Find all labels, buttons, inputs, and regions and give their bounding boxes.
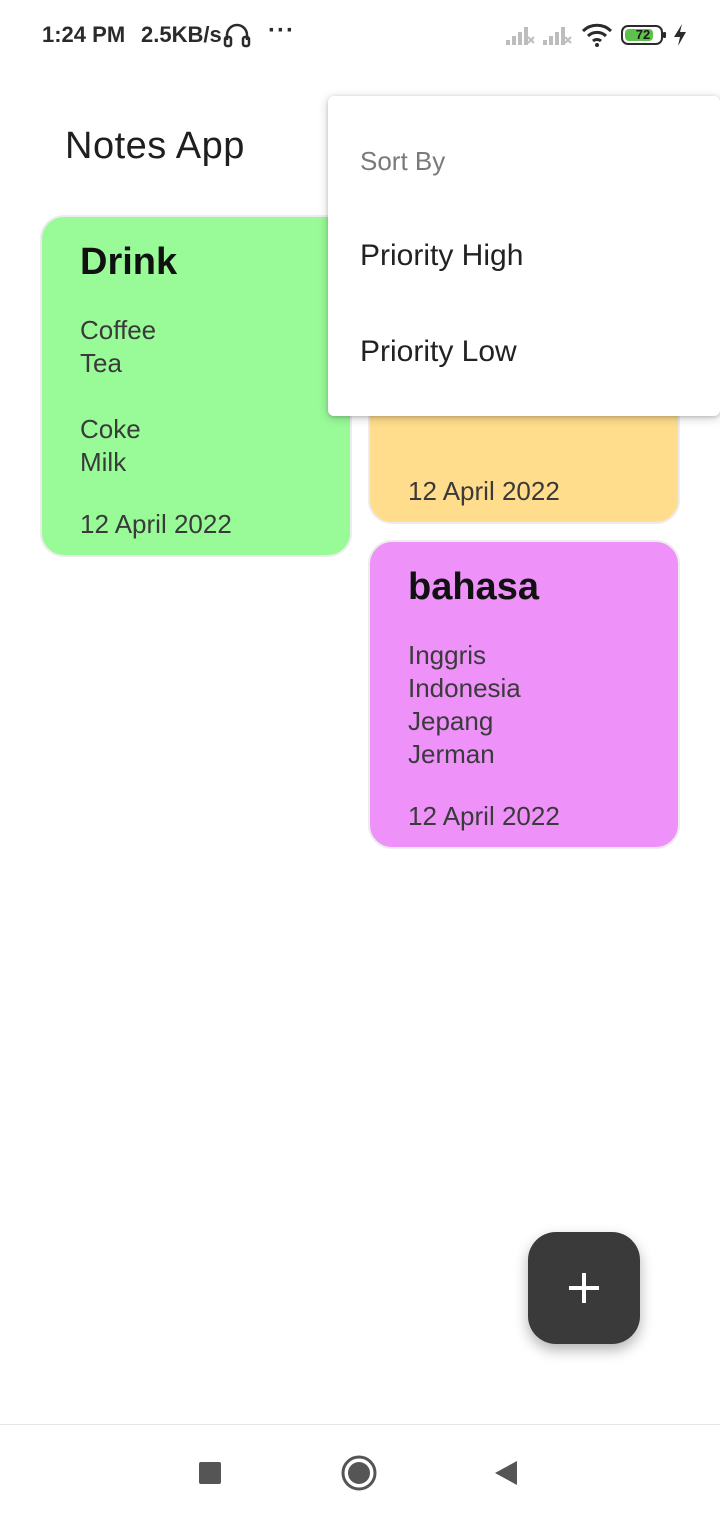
sort-priority-high-item[interactable]: Priority High [328, 208, 720, 304]
recents-button[interactable] [184, 1447, 236, 1499]
charging-icon [674, 24, 686, 46]
add-note-button[interactable] [528, 1232, 640, 1344]
add-icon [569, 1273, 599, 1303]
note-card[interactable]: Drink Coffee Tea Coke Milk 12 April 2022 [40, 215, 352, 557]
status-bar: 1:24 PM 2.5KB/s ··· 72 [0, 0, 720, 70]
signal-icon [506, 27, 535, 45]
page-title: Notes App [65, 125, 245, 167]
home-icon [341, 1455, 377, 1491]
status-time: 1:24 PM [42, 22, 126, 47]
headset-icon [223, 23, 251, 48]
note-card[interactable]: bahasa Inggris Indonesia Jepang Jerman 1… [368, 540, 680, 849]
sort-menu-header: Sort By [360, 146, 446, 176]
note-date: 12 April 2022 [408, 476, 560, 506]
status-more-icon: ··· [268, 17, 295, 44]
back-button[interactable] [481, 1447, 533, 1499]
note-body: Coffee Tea Coke Milk [80, 315, 157, 477]
note-title: bahasa [408, 566, 539, 608]
note-date: 12 April 2022 [408, 801, 560, 831]
sort-menu: Sort By Priority High Priority Low [328, 96, 720, 416]
note-title: Drink [80, 241, 178, 283]
wifi-icon [581, 23, 613, 47]
note-date: 12 April 2022 [80, 509, 232, 539]
recents-icon [199, 1462, 221, 1484]
signal-icon [543, 27, 572, 45]
sort-priority-low-item[interactable]: Priority Low [328, 304, 720, 400]
system-nav-bar [0, 1424, 720, 1520]
screen: 1:24 PM 2.5KB/s ··· 72 Notes App Drink C… [0, 0, 720, 1520]
back-icon [495, 1461, 517, 1485]
battery-level: 72 [635, 27, 651, 42]
status-network-speed: 2.5KB/s [141, 22, 222, 47]
note-body: Inggris Indonesia Jepang Jerman [408, 640, 521, 769]
home-button[interactable] [333, 1447, 385, 1499]
